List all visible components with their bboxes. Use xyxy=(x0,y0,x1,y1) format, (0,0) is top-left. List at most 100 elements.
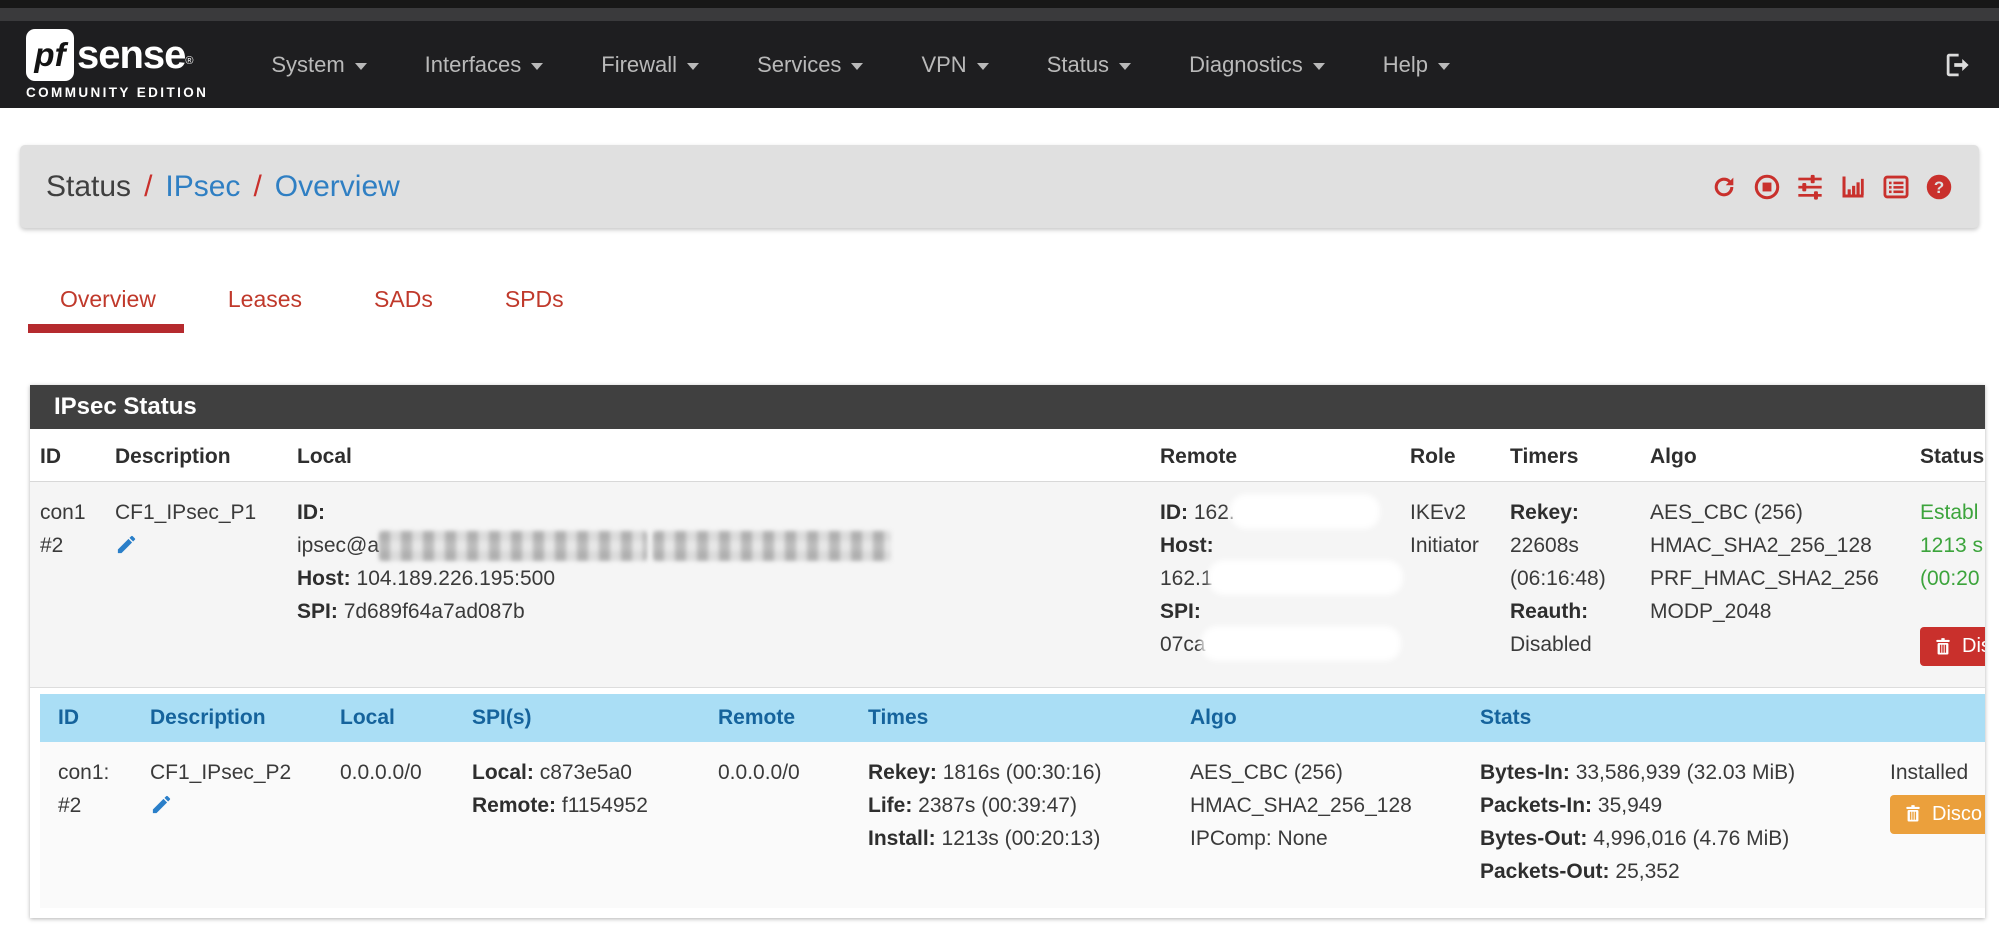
col-header-remote: Remote xyxy=(708,694,858,742)
edit-icon[interactable] xyxy=(150,793,173,816)
field-label: Local: xyxy=(472,761,534,784)
breadcrumb-separator: / xyxy=(144,170,152,204)
cell-id: con1 #2 xyxy=(30,482,105,687)
breadcrumb-separator: / xyxy=(253,170,261,204)
install-value: 1213s (00:20:13) xyxy=(942,827,1101,850)
ipsec-status-panel: IPsec Status ID Description Local Remote… xyxy=(30,385,1985,918)
child-sa-table: ID Description Local SPI(s) Remote Times… xyxy=(40,694,1985,908)
list-icon[interactable] xyxy=(1882,173,1910,201)
status-uptime-hms: (00:20 xyxy=(1920,562,1985,595)
algo-integrity: HMAC_SHA2_256_128 xyxy=(1650,529,1900,562)
cell-id: con1: #2 xyxy=(40,742,140,908)
disconnect-child-button[interactable]: Disco xyxy=(1890,795,1985,834)
disconnect-label: Dis xyxy=(1962,635,1985,658)
breadcrumb-link-ipsec[interactable]: IPsec xyxy=(165,170,240,204)
ike-sa-table: ID Description Local Remote Role Timers … xyxy=(30,429,1985,687)
local-host-value: 104.189.226.195:500 xyxy=(357,567,556,590)
redacted-block xyxy=(1213,565,1398,590)
field-label: ID: xyxy=(297,501,325,524)
cell-description: CF1_IPsec_P2 xyxy=(140,742,330,908)
col-header-spis: SPI(s) xyxy=(462,694,708,742)
nav-item-vpn[interactable]: VPN xyxy=(892,52,1017,78)
local-network: 0.0.0.0/0 xyxy=(340,756,452,789)
col-header-status: Status xyxy=(1910,429,1985,482)
field-label: SPI: xyxy=(1160,600,1201,623)
connection-instance: #2 xyxy=(40,529,95,562)
col-header-description: Description xyxy=(140,694,330,742)
trash-icon xyxy=(1933,637,1953,657)
tab-spds[interactable]: SPDs xyxy=(505,286,564,333)
sliders-icon[interactable] xyxy=(1796,173,1824,201)
help-icon[interactable]: ? xyxy=(1925,173,1953,201)
nav-label: Firewall xyxy=(601,52,677,78)
status-text: Establ xyxy=(1920,496,1985,529)
col-header-algo: Algo xyxy=(1640,429,1910,482)
pfsense-logo[interactable]: pf sense ® COMMUNITY EDITION xyxy=(26,29,208,100)
nav-label: Diagnostics xyxy=(1189,52,1303,78)
algo-encryption: AES_CBC (256) xyxy=(1190,756,1460,789)
cell-status: Installed Disco xyxy=(1880,742,1985,908)
svg-text:?: ? xyxy=(1934,177,1944,196)
logout-icon[interactable] xyxy=(1943,50,1973,80)
bar-chart-icon[interactable] xyxy=(1839,173,1867,201)
chevron-down-icon xyxy=(687,63,699,70)
table-row: con1: #2 CF1_IPsec_P2 0.0.0.0/0 Local: c… xyxy=(40,742,1985,908)
nav-label: Services xyxy=(757,52,841,78)
cell-remote: 0.0.0.0/0 xyxy=(708,742,858,908)
redacted-block xyxy=(1235,499,1375,524)
cell-role: IKEv2 Initiator xyxy=(1400,482,1500,687)
local-id-value: ipsec@a xyxy=(297,534,379,557)
algo-dh-group: MODP_2048 xyxy=(1650,595,1900,628)
nav-item-firewall[interactable]: Firewall xyxy=(572,52,728,78)
col-header-remote: Remote xyxy=(1150,429,1400,482)
field-label: Host: xyxy=(297,567,351,590)
page-action-icons: ? xyxy=(1710,173,1953,201)
col-header-times: Times xyxy=(858,694,1180,742)
life-value: 2387s (00:39:47) xyxy=(918,794,1077,817)
nav-item-diagnostics[interactable]: Diagnostics xyxy=(1160,52,1354,78)
cell-description: CF1_IPsec_P1 xyxy=(105,482,287,687)
rekey-seconds: 22608s xyxy=(1510,529,1630,562)
col-header-id: ID xyxy=(30,429,105,482)
algo-encryption: AES_CBC (256) xyxy=(1650,496,1900,529)
field-label: Install: xyxy=(868,827,936,850)
algo-prf: PRF_HMAC_SHA2_256 xyxy=(1650,562,1900,595)
child-sa-section: ID Description Local SPI(s) Remote Times… xyxy=(40,694,1985,908)
chevron-down-icon xyxy=(1119,63,1131,70)
redacted-block xyxy=(653,531,891,561)
col-header-timers: Timers xyxy=(1500,429,1640,482)
cell-spis: Local: c873e5a0 Remote: f1154952 xyxy=(462,742,708,908)
tab-leases[interactable]: Leases xyxy=(228,286,302,333)
cell-algo: AES_CBC (256) HMAC_SHA2_256_128 IPComp: … xyxy=(1180,742,1470,908)
breadcrumb-link-overview[interactable]: Overview xyxy=(275,170,400,204)
nav-item-status[interactable]: Status xyxy=(1018,52,1160,78)
remote-network: 0.0.0.0/0 xyxy=(718,756,848,789)
algo-ipcomp: IPComp: None xyxy=(1190,822,1460,855)
remote-spi-value: 07ca xyxy=(1160,633,1206,656)
tab-sads[interactable]: SADs xyxy=(374,286,433,333)
chevron-down-icon xyxy=(851,63,863,70)
stop-icon[interactable] xyxy=(1753,173,1781,201)
description-text: CF1_IPsec_P1 xyxy=(115,496,277,529)
remote-id-value: 162. xyxy=(1194,501,1235,524)
nav-item-services[interactable]: Services xyxy=(728,52,892,78)
redacted-block xyxy=(379,531,647,561)
cell-remote: ID: 162. Host: 162.1 SPI: 07ca xyxy=(1150,482,1400,687)
nav-item-interfaces[interactable]: Interfaces xyxy=(396,52,573,78)
tab-overview[interactable]: Overview xyxy=(60,286,156,333)
disconnect-button[interactable]: Dis xyxy=(1920,627,1985,666)
role-value: Initiator xyxy=(1410,529,1490,562)
refresh-icon[interactable] xyxy=(1710,173,1738,201)
chevron-down-icon xyxy=(1313,63,1325,70)
connection-instance: #2 xyxy=(58,789,130,822)
status-text: Installed xyxy=(1890,756,1985,789)
field-label: ID: xyxy=(1160,501,1188,524)
bytes-in: 33,586,939 (32.03 MiB) xyxy=(1576,761,1795,784)
edit-icon[interactable] xyxy=(115,533,138,556)
trash-icon xyxy=(1903,804,1923,824)
nav-item-system[interactable]: System xyxy=(242,52,395,78)
field-label: Life: xyxy=(868,794,912,817)
col-header-description: Description xyxy=(105,429,287,482)
breadcrumb-bar: Status / IPsec / Overview ? xyxy=(20,145,1979,228)
nav-item-help[interactable]: Help xyxy=(1354,52,1479,78)
